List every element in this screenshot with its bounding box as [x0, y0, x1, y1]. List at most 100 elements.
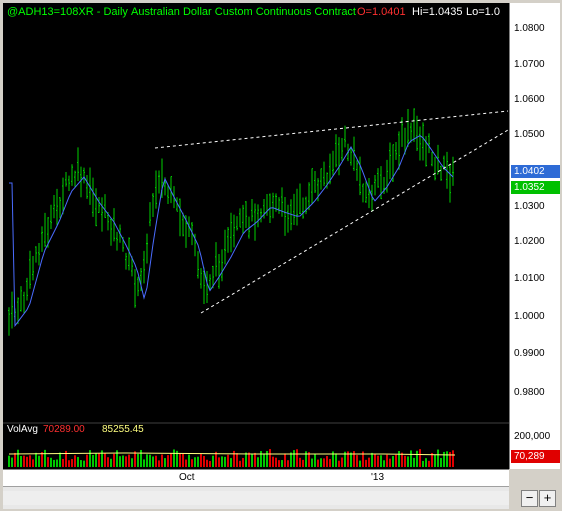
chart-window: @ADH13=108XR - Daily Australian Dollar C…	[0, 0, 562, 511]
high-value: Hi=1.0435	[412, 6, 463, 18]
volume-bar	[278, 460, 280, 467]
volume-bar	[20, 455, 22, 467]
volume-bar	[131, 458, 133, 467]
volume-bar	[218, 457, 220, 467]
volume-bar	[320, 458, 322, 467]
volume-bar	[257, 457, 259, 467]
volume-bar	[254, 452, 256, 467]
volume-bar	[392, 455, 394, 467]
volume-bar	[395, 454, 397, 467]
volume-bar	[269, 449, 271, 467]
volume-bar	[227, 454, 229, 467]
volume-bar	[32, 459, 34, 467]
volume-bar	[404, 455, 406, 467]
volume-bar	[89, 450, 91, 467]
volume-bar	[380, 455, 382, 467]
volume-bar	[113, 453, 115, 467]
volume-bar	[296, 449, 298, 467]
date-tick-oct: Oct	[179, 472, 195, 483]
volume-bar	[188, 454, 190, 467]
volume-bar	[185, 459, 187, 467]
volume-bar	[428, 460, 430, 467]
volume-bar	[74, 455, 76, 467]
volume-bar	[80, 460, 82, 467]
volume-axis-tick: 200,000	[514, 431, 551, 442]
volume-bar	[50, 457, 52, 467]
volume-bar	[359, 460, 361, 467]
price-chart-svg	[3, 108, 509, 467]
volume-bar	[161, 454, 163, 467]
volume-bar	[17, 449, 19, 467]
volume-bar	[8, 455, 10, 467]
volume-bar	[56, 459, 58, 467]
price-chart-area[interactable]: @ADH13=108XR - Daily Australian Dollar C…	[3, 3, 509, 469]
volume-bar	[374, 453, 376, 467]
volume-bar	[287, 460, 289, 467]
chart-scrollbar[interactable]	[3, 486, 509, 509]
volume-bar	[335, 453, 337, 467]
volume-bar	[35, 452, 37, 467]
volume-bar	[446, 451, 448, 467]
volume-bars	[8, 449, 454, 467]
volume-bar	[302, 459, 304, 467]
volume-bar	[401, 452, 403, 467]
volume-bar	[158, 460, 160, 467]
volume-bar	[224, 456, 226, 467]
volume-bar	[389, 458, 391, 467]
price-bars	[8, 108, 454, 336]
symbol-label: @ADH13=108XR - Daily	[7, 6, 128, 18]
price-tick: 1.0500	[514, 129, 545, 140]
volume-bar	[317, 459, 319, 467]
zoom-in-button[interactable]: +	[539, 490, 556, 507]
volume-bar	[62, 458, 64, 467]
zoom-out-button[interactable]: −	[521, 490, 538, 507]
volume-bar	[194, 457, 196, 467]
volume-bar	[200, 453, 202, 467]
volume-bar	[155, 455, 157, 467]
volume-bar	[137, 453, 139, 467]
volume-value-1: 70289.00	[43, 424, 85, 435]
volume-bar	[449, 452, 451, 467]
volume-bar	[191, 459, 193, 467]
volume-bar	[383, 460, 385, 467]
volume-bar	[71, 459, 73, 467]
volume-bar	[281, 460, 283, 467]
upper-trendline[interactable]	[154, 110, 509, 149]
volume-bar	[272, 456, 274, 467]
volume-bar	[368, 457, 370, 467]
volume-bar	[173, 449, 175, 467]
volume-bar	[263, 454, 265, 467]
volume-bar	[440, 458, 442, 467]
contract-description: Australian Dollar Custom Continuous Cont…	[131, 6, 356, 18]
price-axis[interactable]: 1.0800 1.0700 1.0600 1.0500 1.0300 1.020…	[509, 3, 560, 469]
volume-bar	[152, 456, 154, 467]
volume-bar	[338, 460, 340, 467]
volume-bar	[221, 456, 223, 467]
price-tick: 0.9900	[514, 348, 545, 359]
volume-bar	[149, 454, 151, 467]
volume-bar	[437, 449, 439, 467]
volume-bar	[179, 453, 181, 467]
date-tick-2013: '13	[371, 472, 385, 483]
open-value: O=1.0401	[357, 6, 406, 18]
volume-bar	[38, 455, 40, 467]
volume-bar	[95, 453, 97, 467]
volume-bar	[386, 454, 388, 467]
volume-bar	[422, 460, 424, 467]
last-volume-badge: 70,289	[511, 450, 560, 463]
volume-average-line	[8, 452, 456, 456]
last-price-badge: 1.0402	[511, 165, 560, 178]
scroll-track[interactable]	[3, 491, 509, 505]
volume-bar	[167, 455, 169, 467]
volume-bar	[452, 450, 454, 467]
volume-bar	[77, 456, 79, 467]
volume-bar	[266, 450, 268, 467]
volume-bar	[230, 458, 232, 467]
volume-bar	[44, 449, 46, 467]
volume-bar	[410, 450, 412, 467]
volume-bar	[293, 450, 295, 467]
date-axis[interactable]: Oct '13	[3, 469, 509, 487]
price-tick: 1.0300	[514, 201, 545, 212]
volume-bar	[326, 455, 328, 467]
volume-bar	[11, 457, 13, 467]
